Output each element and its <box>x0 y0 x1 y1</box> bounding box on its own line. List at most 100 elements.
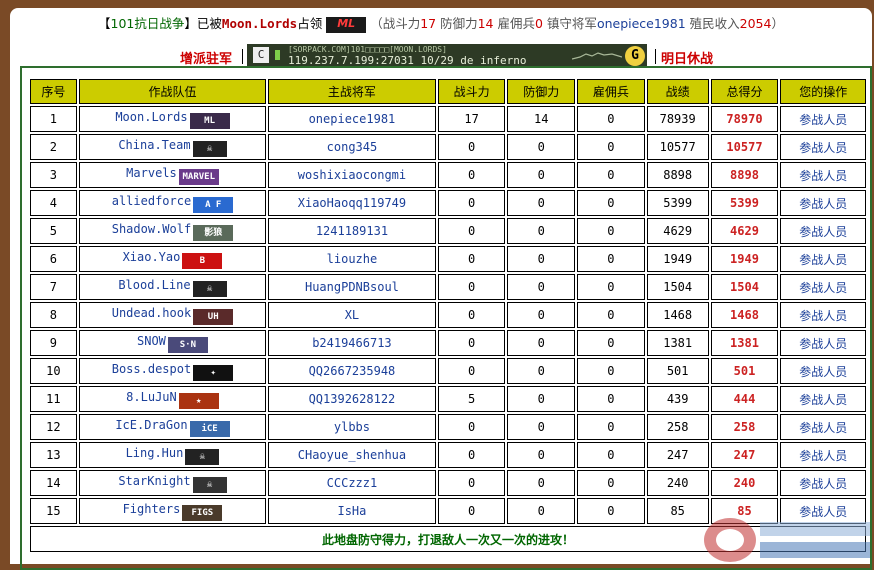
general-cell-text: XL <box>344 308 360 322</box>
mercenary-cell-text: 0 <box>607 112 615 126</box>
team-cell-text: Shadow.Wolf <box>111 221 192 236</box>
team-cell[interactable]: SNOW S·N <box>78 330 267 356</box>
defense-cell-text: 0 <box>537 448 545 462</box>
defense-cell-text: 0 <box>537 392 545 406</box>
view-participants-link[interactable]: 参战人员 <box>780 386 866 412</box>
team-cell[interactable]: China.Team ☠ <box>78 134 267 160</box>
team-cell[interactable]: Blood.Line ☠ <box>78 274 267 300</box>
team-cell-text: Marvels <box>126 165 177 180</box>
team-cell[interactable]: Fighters FIGS <box>78 498 267 524</box>
team-cell[interactable]: 8.LuJuN ★ <box>78 386 267 412</box>
team-cell[interactable]: Boss.despot ✦ <box>78 358 267 384</box>
defense-cell: 0 <box>507 218 576 244</box>
mercenary-cell: 0 <box>577 302 645 328</box>
attack-cell: 5 <box>437 386 506 412</box>
general-name[interactable]: onepiece1981 <box>597 16 686 31</box>
ranking-panel: 序号 作战队伍 主战将军 战斗力 防御力 雇佣兵 战绩 总得分 您的操作 1 Mo… <box>20 66 872 570</box>
general-cell[interactable]: b2419466713 <box>268 330 436 356</box>
general-cell[interactable]: CCCzzz1 <box>268 470 436 496</box>
general-cell-text: 1241189131 <box>315 224 389 238</box>
rank-cell-text: 5 <box>49 224 58 238</box>
view-participants-link[interactable]: 参战人员 <box>780 106 866 132</box>
team-cell[interactable]: Ling.Hun ☠ <box>78 442 267 468</box>
general-cell[interactable]: QQ1392628122 <box>268 386 436 412</box>
team-cell[interactable]: Marvels MARVEL <box>78 162 267 188</box>
occupying-clan[interactable]: Moon.Lords <box>222 16 297 31</box>
score-cell: 8898 <box>710 162 779 188</box>
team-logo-icon: A F <box>193 196 234 213</box>
mercenary-cell-text: 0 <box>607 224 615 238</box>
bracket-open: 【 <box>98 16 111 31</box>
general-cell[interactable]: woshixiaocongmi <box>268 162 436 188</box>
score-cell-text: 1949 <box>730 252 759 266</box>
table-row: 8 Undead.hook UH XL 0 0 0 1468 1468 参战人员 <box>30 302 866 328</box>
general-cell[interactable]: ylbbs <box>268 414 436 440</box>
view-participants-link[interactable]: 参战人员 <box>780 274 866 300</box>
mercenary-cell-text: 0 <box>607 196 615 210</box>
score-cell: 5399 <box>710 190 779 216</box>
mercenary-cell-text: 0 <box>607 140 615 154</box>
attack-cell-text: 0 <box>467 448 476 462</box>
team-logo-icon: B <box>182 252 223 269</box>
mercenary-value: 0 <box>535 16 543 31</box>
rank-cell-text: 6 <box>49 252 58 266</box>
mercenary-cell-text: 0 <box>607 476 615 490</box>
record-cell-text: 247 <box>666 448 689 462</box>
mercenary-cell: 0 <box>577 274 645 300</box>
view-participants-link[interactable]: 参战人员 <box>780 442 866 468</box>
general-cell[interactable]: liouzhe <box>268 246 436 272</box>
view-participants-link[interactable]: 参战人员 <box>780 330 866 356</box>
team-cell[interactable]: Xiao.Yao B <box>78 246 267 272</box>
general-cell[interactable]: cong345 <box>268 134 436 160</box>
add-garrison-link[interactable]: 增派驻军 <box>180 48 232 67</box>
rank-cell-text: 1 <box>49 112 58 126</box>
mercenary-cell: 0 <box>577 414 645 440</box>
view-participants-link[interactable]: 参战人员 <box>780 246 866 272</box>
team-cell[interactable]: IcE.DraGon iCE <box>78 414 267 440</box>
team-cell-text: Undead.hook <box>111 305 192 320</box>
bracket-close: 】 <box>184 16 197 31</box>
team-cell[interactable]: Shadow.Wolf 影狼 <box>78 218 267 244</box>
divider <box>655 49 656 64</box>
view-participants-link[interactable]: 参战人员 <box>780 218 866 244</box>
table-row: 12 IcE.DraGon iCE ylbbs 0 0 0 258 258 参战人员 <box>30 414 866 440</box>
general-cell[interactable]: onepiece1981 <box>268 106 436 132</box>
view-participants-link[interactable]: 参战人员 <box>780 190 866 216</box>
general-cell[interactable]: XiaoHaoqq119749 <box>268 190 436 216</box>
mercenary-cell-text: 0 <box>607 336 615 350</box>
team-logo-icon: ☠ <box>192 476 227 493</box>
mercenary-cell-text: 0 <box>607 252 615 266</box>
team-cell[interactable]: StarKnight ☠ <box>78 470 267 496</box>
general-cell[interactable]: HuangPDNBsoul <box>268 274 436 300</box>
team-cell[interactable]: alliedforce A F <box>78 190 267 216</box>
general-cell[interactable]: QQ2667235948 <box>268 358 436 384</box>
rank-cell: 12 <box>30 414 77 440</box>
mercenary-cell-text: 0 <box>607 168 615 182</box>
score-cell-text: 444 <box>733 392 756 406</box>
general-cell[interactable]: XL <box>268 302 436 328</box>
server-banner[interactable]: C [SORPACK.COM]101□□□□□[MOON.LORDS] 119.… <box>247 44 647 68</box>
view-participants-link[interactable]: 参战人员 <box>780 134 866 160</box>
mercenary-cell-text: 0 <box>607 420 615 434</box>
record-cell-text: 240 <box>666 476 689 490</box>
general-cell[interactable]: CHaoyue_shenhua <box>268 442 436 468</box>
general-cell[interactable]: 1241189131 <box>268 218 436 244</box>
view-participants-link[interactable]: 参战人员 <box>780 302 866 328</box>
view-participants-link[interactable]: 参战人员 <box>780 358 866 384</box>
general-cell[interactable]: IsHa <box>268 498 436 524</box>
view-participants-link[interactable]: 参战人员 <box>780 414 866 440</box>
truce-tomorrow-link[interactable]: 明日休战 <box>661 48 713 67</box>
war-status-bar: 【101抗日战争】已被Moon.Lords占领 ML （战斗力17 防御力14 雇佣… <box>10 13 872 35</box>
view-participants-link[interactable]: 参战人员 <box>780 470 866 496</box>
team-cell[interactable]: Moon.Lords ML <box>78 106 267 132</box>
record-cell-text: 439 <box>666 392 689 406</box>
rank-cell-text: 8 <box>49 308 58 322</box>
record-cell-text: 1504 <box>663 280 693 294</box>
team-cell[interactable]: Undead.hook UH <box>78 302 267 328</box>
record-cell: 1381 <box>646 330 709 356</box>
rank-cell-text: 7 <box>49 280 58 294</box>
view-participants-link[interactable]: 参战人员 <box>780 162 866 188</box>
rank-cell: 10 <box>30 358 77 384</box>
rank-cell: 8 <box>30 302 77 328</box>
defense-cell-text: 0 <box>537 280 545 294</box>
